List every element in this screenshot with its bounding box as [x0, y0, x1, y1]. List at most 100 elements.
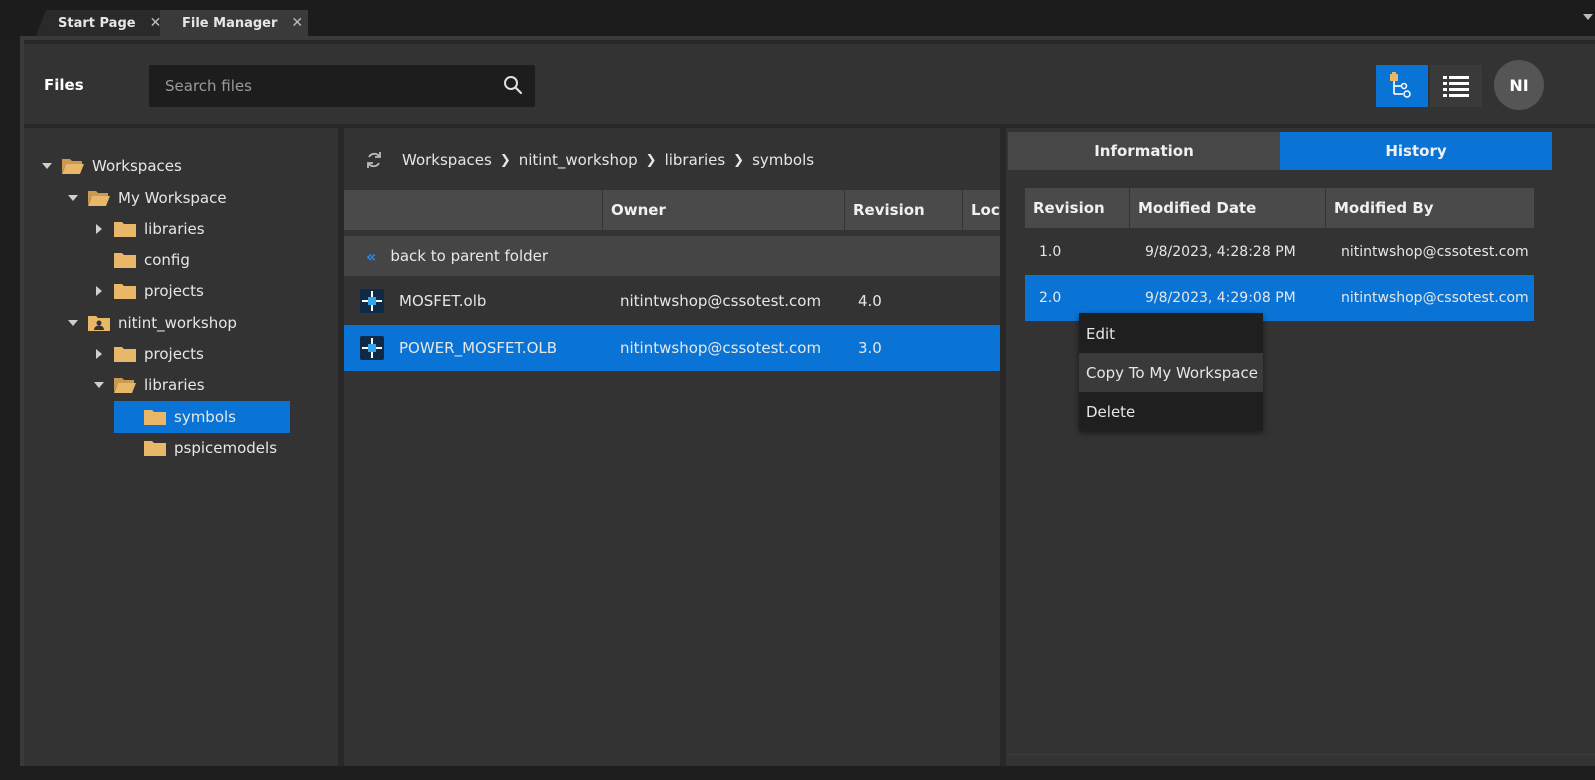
tree-item-projects[interactable]: projects: [92, 277, 204, 305]
search-input[interactable]: [149, 65, 489, 107]
folder-tree-panel: Workspaces My Workspace libraries config…: [24, 128, 338, 780]
column-header-revision[interactable]: Revision: [1025, 188, 1129, 228]
tree-item-symbols[interactable]: symbols: [114, 401, 290, 433]
file-grid-header: Owner Revision Locl: [344, 190, 1000, 230]
column-header-name[interactable]: [344, 190, 602, 230]
tree-item-libraries[interactable]: libraries: [92, 371, 205, 399]
details-panel: Information History Revision Modified Da…: [1006, 128, 1595, 780]
tree-item-label: libraries: [144, 220, 205, 238]
tree-item-workspaces[interactable]: Workspaces: [40, 152, 182, 180]
history-row[interactable]: 1.0 9/8/2023, 4:28:28 PM nitintwshop@css…: [1025, 229, 1534, 275]
menu-item-delete[interactable]: Delete: [1079, 392, 1263, 431]
breadcrumb-separator-icon: ❯: [733, 152, 745, 168]
list-view-icon: [1443, 76, 1469, 97]
back-to-parent-label: back to parent folder: [390, 247, 549, 265]
tree-item-config[interactable]: config: [114, 246, 190, 274]
tree-view-button[interactable]: [1376, 65, 1428, 107]
tree-item-label: Workspaces: [92, 157, 182, 175]
tab-list-dropdown-icon[interactable]: [1583, 14, 1593, 20]
refresh-icon[interactable]: [364, 150, 384, 170]
folder-icon: [114, 252, 136, 268]
tree-item-label: libraries: [144, 376, 205, 394]
library-file-icon: [360, 289, 384, 313]
tree-item-label: projects: [144, 282, 204, 300]
search-icon[interactable]: [503, 75, 523, 95]
breadcrumb-item-workspaces[interactable]: Workspaces: [402, 151, 492, 169]
history-modified-by: nitintwshop@cssotest.com: [1341, 290, 1529, 306]
collapse-caret-icon[interactable]: [92, 224, 106, 234]
open-folder-icon: [114, 377, 136, 393]
tree-item-label: nitint_workshop: [118, 314, 237, 332]
column-header-revision[interactable]: Revision: [844, 190, 962, 230]
history-revision: 1.0: [1039, 244, 1062, 260]
library-file-icon: [360, 336, 384, 360]
expand-caret-icon[interactable]: [66, 320, 80, 326]
tab-label: Start Page: [58, 15, 136, 31]
tree-item-label: pspicemodels: [174, 439, 278, 457]
files-title: Files: [44, 76, 84, 94]
tree-item-label: projects: [144, 345, 204, 363]
expand-caret-icon[interactable]: [66, 195, 80, 201]
file-revision: 4.0: [858, 292, 882, 310]
window-bottom-edge: [0, 766, 1595, 780]
tab-label: File Manager: [182, 15, 278, 31]
user-folder-icon: [88, 315, 110, 331]
column-header-modified-date[interactable]: Modified Date: [1129, 188, 1325, 228]
file-revision: 3.0: [858, 339, 882, 357]
folder-icon: [144, 440, 166, 456]
column-header-modified-by[interactable]: Modified By: [1325, 188, 1534, 228]
breadcrumb-item-nitint-workshop[interactable]: nitint_workshop: [519, 151, 638, 169]
open-folder-icon: [62, 158, 84, 174]
file-owner: nitintwshop@cssotest.com: [620, 292, 822, 310]
file-name: MOSFET.olb: [399, 292, 487, 310]
breadcrumb-item-libraries[interactable]: libraries: [665, 151, 726, 169]
menu-item-copy-to-my-workspace[interactable]: Copy To My Workspace: [1079, 353, 1263, 392]
history-modified-date: 9/8/2023, 4:29:08 PM: [1145, 290, 1296, 306]
tab-file-manager[interactable]: File Manager ✕: [160, 10, 308, 36]
folder-icon: [114, 283, 136, 299]
menu-item-edit[interactable]: Edit: [1079, 314, 1263, 353]
collapse-caret-icon[interactable]: [92, 286, 106, 296]
folder-icon: [114, 346, 136, 362]
tree-item-pspicemodels[interactable]: pspicemodels: [144, 434, 277, 462]
list-view-button[interactable]: [1430, 65, 1482, 107]
file-owner: nitintwshop@cssotest.com: [620, 339, 822, 357]
tree-item-label: symbols: [174, 408, 236, 426]
file-list-panel: Workspaces ❯ nitint_workshop ❯ libraries…: [344, 128, 1000, 780]
tree-item-my-workspace[interactable]: My Workspace: [66, 184, 227, 212]
tree-item-projects[interactable]: projects: [92, 340, 204, 368]
folder-icon: [144, 409, 166, 425]
expand-caret-icon[interactable]: [40, 163, 54, 169]
tree-item-nitint-workshop[interactable]: nitint_workshop: [66, 309, 237, 337]
column-header-owner[interactable]: Owner: [602, 190, 844, 230]
open-folder-icon: [88, 190, 110, 206]
history-modified-date: 9/8/2023, 4:28:28 PM: [1145, 244, 1296, 260]
breadcrumb-item-symbols[interactable]: symbols: [752, 151, 814, 169]
history-grid-header: Revision Modified Date Modified By: [1025, 188, 1534, 228]
user-avatar[interactable]: NI: [1494, 60, 1544, 110]
file-row[interactable]: POWER_MOSFET.OLB nitintwshop@cssotest.co…: [344, 325, 1000, 371]
tab-strip: Start Page ✕ File Manager ✕: [0, 0, 1595, 41]
panel-divider: [1006, 754, 1595, 755]
breadcrumb-separator-icon: ❯: [645, 152, 657, 168]
file-name: POWER_MOSFET.OLB: [399, 339, 558, 357]
close-icon[interactable]: ✕: [291, 15, 303, 31]
search-box[interactable]: [149, 65, 535, 107]
tab-information[interactable]: Information: [1008, 132, 1280, 170]
history-revision: 2.0: [1039, 290, 1062, 306]
tab-start-page[interactable]: Start Page ✕: [36, 10, 166, 36]
history-modified-by: nitintwshop@cssotest.com: [1341, 244, 1529, 260]
file-row[interactable]: MOSFET.olb nitintwshop@cssotest.com 4.0: [344, 278, 1000, 324]
tree-item-libraries[interactable]: libraries: [92, 215, 205, 243]
collapse-caret-icon[interactable]: [92, 349, 106, 359]
context-menu: Edit Copy To My Workspace Delete: [1079, 313, 1263, 431]
folder-icon: [114, 221, 136, 237]
tab-history[interactable]: History: [1280, 132, 1552, 170]
column-header-lock[interactable]: Locl: [962, 190, 1000, 230]
tree-item-label: config: [144, 251, 190, 269]
expand-caret-icon[interactable]: [92, 382, 106, 388]
breadcrumb: Workspaces ❯ nitint_workshop ❯ libraries…: [344, 142, 814, 178]
tree-item-label: My Workspace: [118, 189, 227, 207]
back-to-parent-row[interactable]: « back to parent folder: [344, 236, 1000, 276]
breadcrumb-separator-icon: ❯: [499, 152, 511, 168]
